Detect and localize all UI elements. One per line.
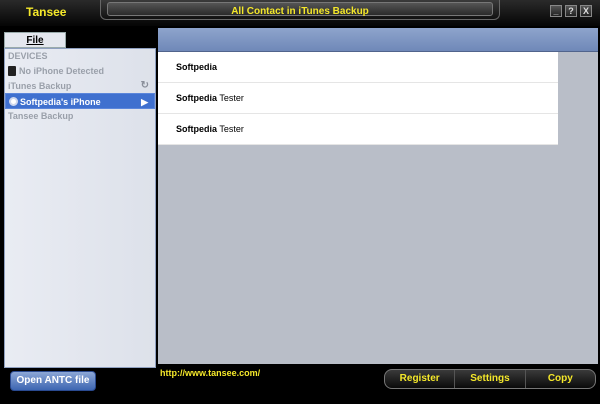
contact-first-name: Softpedia (176, 93, 218, 103)
no-device-item[interactable]: No iPhone Detected (5, 63, 155, 79)
window-controls: _ ? X (550, 5, 592, 17)
sidebar-item-softpedia-iphone[interactable]: Softpedia's iPhone ▶ (5, 93, 155, 109)
settings-button[interactable]: Settings (455, 370, 526, 388)
tansee-backup-header[interactable]: Tansee Backup (5, 109, 155, 123)
register-button[interactable]: Register (385, 370, 456, 388)
contact-first-name: Softpedia (176, 62, 218, 72)
list-header (158, 28, 598, 52)
iphone-icon (8, 66, 16, 76)
contact-last-name: Tester (219, 93, 244, 103)
contact-first-name: Softpedia (176, 124, 218, 134)
list-item[interactable]: Softpedia Tester (158, 114, 558, 145)
contact-list: Softpedia Softpedia Tester Softpedia Tes… (158, 52, 558, 145)
window-title-inner: All Contact in iTunes Backup (107, 2, 493, 17)
devices-header: DEVICES (8, 51, 48, 61)
file-tab[interactable]: File (4, 32, 66, 48)
selected-device-label: Softpedia's iPhone (20, 97, 101, 107)
close-button[interactable]: X (580, 5, 592, 17)
main-panel: Softpedia Softpedia Tester Softpedia Tes… (158, 28, 598, 364)
window-title: All Contact in iTunes Backup (231, 6, 369, 17)
copy-button[interactable]: Copy (526, 370, 595, 388)
action-bar: Register Settings Copy (384, 369, 596, 389)
minimize-button[interactable]: _ (550, 5, 562, 17)
device-icon (9, 97, 18, 106)
contact-last-name: Tester (219, 124, 244, 134)
left-panel: File DEVICES No iPhone Detected iTunes B… (4, 28, 156, 394)
open-antc-file-button[interactable]: Open ANTC file (10, 371, 96, 391)
itunes-backup-header: iTunes Backup ↻ (5, 79, 155, 93)
device-tree: DEVICES No iPhone Detected iTunes Backup… (4, 48, 156, 368)
window-title-frame: All Contact in iTunes Backup (100, 0, 500, 20)
list-item[interactable]: Softpedia (158, 52, 558, 83)
refresh-icon[interactable]: ↻ (141, 79, 149, 93)
website-link[interactable]: http://www.tansee.com/ (160, 368, 260, 378)
no-device-label: No iPhone Detected (19, 66, 105, 76)
help-button[interactable]: ? (565, 5, 577, 17)
list-item[interactable]: Softpedia Tester (158, 83, 558, 114)
title-bar: Tansee All Contact in iTunes Backup _ ? … (0, 0, 600, 26)
itunes-backup-label: iTunes Backup (8, 81, 72, 91)
chevron-right-icon: ▶ (141, 97, 148, 107)
app-name: Tansee (26, 5, 67, 19)
